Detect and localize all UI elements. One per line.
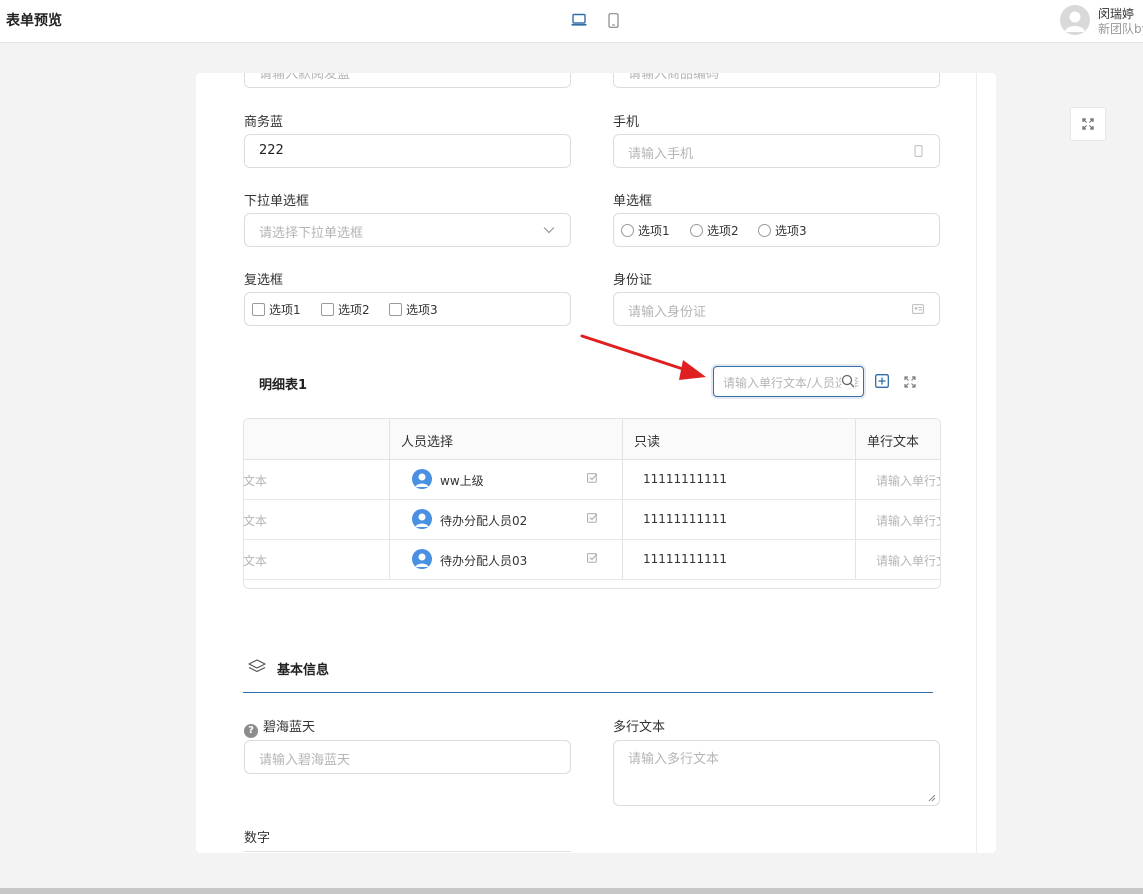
radio-label: 单选框 [613,194,653,209]
partial-top-left-placeholder: 请输入默阅发蓝 [259,73,351,82]
person-avatar-icon [412,549,432,569]
radio-option-2[interactable]: 选项2 [690,222,739,239]
business-blue-input[interactable]: 222 [244,134,571,168]
person-avatar-icon [412,469,432,489]
section-divider [243,692,933,693]
column-header-single-text[interactable]: 单行文本 [867,431,919,450]
search-icon[interactable] [841,374,855,388]
page-title: 表单预览 [6,13,62,29]
table-row[interactable]: 文本 ww上级 11111111111 请输入单行文本 [243,460,940,500]
checkbox-option-3[interactable]: 选项3 [389,301,438,318]
panel-scroll-rule [976,73,977,853]
layers-icon [248,659,266,677]
row-text-cell: 文本 [243,474,268,488]
sky-placeholder: 请输入碧海蓝天 [259,753,351,768]
table-header: 人员选择 只读 单行文本 [244,419,940,460]
checkbox-option-2[interactable]: 选项2 [321,301,370,318]
row-single-text-input[interactable]: 请输入单行文本 [876,552,940,569]
select-placeholder: 请选择下拉单选框 [259,226,364,241]
basic-info-title: 基本信息 [277,663,330,678]
radio-option-label: 选项2 [707,224,739,238]
mobile-placeholder: 请输入手机 [628,147,694,162]
sky-input[interactable]: 请输入碧海蓝天 [244,740,571,774]
checkbox-square[interactable] [321,303,334,316]
number-input-edge[interactable] [244,851,571,852]
radio-circle[interactable] [758,224,771,237]
table-expand-icon[interactable] [902,374,918,390]
checkbox-group: 选项1 选项2 选项3 [244,292,571,326]
fullscreen-button[interactable] [1070,107,1106,141]
checkbox-option-label: 选项1 [269,303,301,317]
multiline-textarea[interactable]: 请输入多行文本 [613,740,940,806]
radio-group: 选项1 选项2 选项3 [613,213,940,247]
radio-circle[interactable] [621,224,634,237]
user-avatar[interactable] [1060,5,1090,35]
user-team: 新团队by [1098,22,1143,36]
radio-circle[interactable] [690,224,703,237]
checkbox-square[interactable] [389,303,402,316]
row-single-text-input[interactable]: 请输入单行文本 [876,472,940,489]
select-person-icon[interactable] [587,512,601,526]
sky-label: ? 碧海蓝天 [244,716,315,738]
id-card-label: 身份证 [613,273,653,288]
radio-option-label: 选项3 [775,224,807,238]
row-readonly-value: 11111111111 [643,552,727,566]
person-avatar-icon [412,509,432,529]
expand-icon [1082,118,1094,130]
row-text-cell: 文本 [243,554,268,568]
resize-handle-icon[interactable] [928,794,936,802]
checkbox-option-label: 选项2 [338,303,370,317]
radio-option-1[interactable]: 选项1 [621,222,670,239]
number-label: 数字 [244,831,271,846]
desktop-preview-icon[interactable] [570,11,588,29]
partial-top-left-input[interactable]: 请输入默阅发蓝 [244,73,571,88]
radio-option-3[interactable]: 选项3 [758,222,807,239]
add-row-icon[interactable] [874,373,890,389]
chevron-down-icon [542,223,556,237]
multiline-label: 多行文本 [613,720,666,735]
multiline-placeholder: 请输入多行文本 [628,752,720,767]
partial-top-right-placeholder: 请输入商品编码 [628,73,720,82]
checkbox-square[interactable] [252,303,265,316]
id-card-placeholder: 请输入身份证 [628,305,707,320]
mobile-label: 手机 [613,115,640,130]
select-person-icon[interactable] [587,472,601,486]
top-bar: 表单预览 闵瑞婷 新团队by [0,0,1143,43]
row-readonly-value: 11111111111 [643,472,727,486]
business-blue-label: 商务蓝 [244,115,284,130]
row-person-name: ww上级 [440,474,484,488]
detail-table-search-placeholder: 请输入单行文本/人员选择 [723,376,860,390]
row-text-cell: 文本 [243,514,268,528]
table-row[interactable]: 文本 待办分配人员02 11111111111 请输入单行文本 [243,500,940,540]
row-readonly-value: 11111111111 [643,512,727,526]
mobile-preview-icon[interactable] [604,11,622,29]
detail-table-search-input[interactable]: 请输入单行文本/人员选择 [713,366,864,397]
select-label: 下拉单选框 [244,194,310,209]
form-panel: 请输入默阅发蓝 请输入商品编码 商务蓝 222 手机 请输入手机 下拉单选框 请… [196,73,996,853]
column-header-readonly[interactable]: 只读 [634,431,660,450]
detail-table: 人员选择 只读 单行文本 文本 ww上级 11111111111 请输入单行 文本… [243,418,941,589]
sky-label-text: 碧海蓝天 [263,720,316,735]
checkbox-label: 复选框 [244,273,284,288]
partial-top-right-input[interactable]: 请输入商品编码 [613,73,940,88]
checkbox-option-1[interactable]: 选项1 [252,301,301,318]
select-person-icon[interactable] [587,552,601,566]
help-icon[interactable]: ? [244,724,258,738]
select-dropdown[interactable]: 请选择下拉单选框 [244,213,571,247]
horizontal-scrollbar[interactable] [0,888,1143,894]
id-card-icon [911,302,925,316]
mobile-input[interactable]: 请输入手机 [613,134,940,168]
business-blue-value: 222 [259,143,284,158]
row-single-text-input[interactable]: 请输入单行文本 [876,512,940,529]
column-header-person[interactable]: 人员选择 [401,431,453,450]
mobile-icon [911,144,925,158]
row-person-name: 待办分配人员02 [440,514,528,528]
row-person-name: 待办分配人员03 [440,554,528,568]
checkbox-option-label: 选项3 [406,303,438,317]
radio-option-label: 选项1 [638,224,670,238]
id-card-input[interactable]: 请输入身份证 [613,292,940,326]
detail-table-title: 明细表1 [259,378,308,393]
table-row[interactable]: 文本 待办分配人员03 11111111111 请输入单行文本 [243,540,940,580]
